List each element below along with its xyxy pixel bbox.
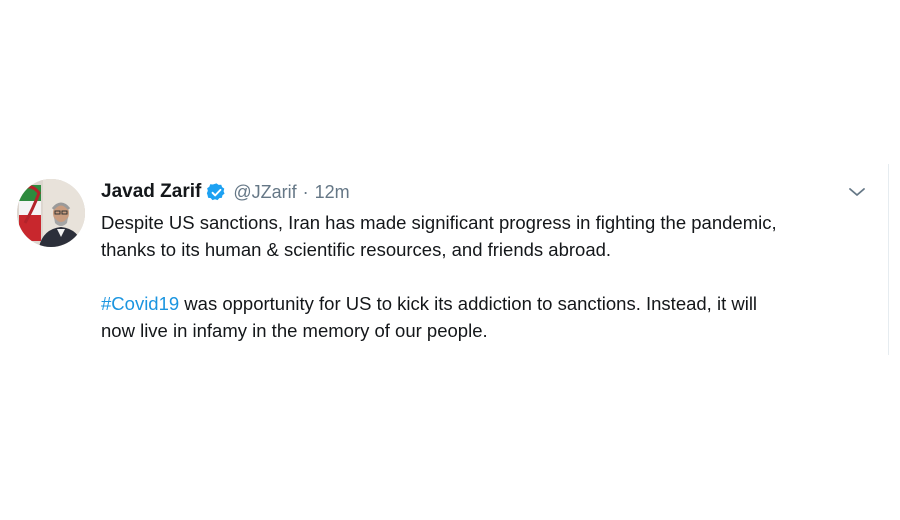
tweet-paragraph-2: #Covid19 was opportunity for US to kick … — [101, 290, 876, 344]
separator-dot: · — [302, 181, 309, 202]
avatar[interactable] — [17, 179, 85, 247]
author-handle[interactable]: @JZarif — [233, 182, 296, 203]
tweet-text-line: was opportunity for US to kick its addic… — [179, 293, 758, 314]
tweet-card[interactable]: Javad Zarif @JZarif · 12m Despite US san… — [0, 164, 889, 355]
tweet-text: Despite US sanctions, Iran has made sign… — [101, 209, 876, 344]
tweet-paragraph-1: Despite US sanctions, Iran has made sign… — [101, 209, 876, 263]
tweet-text-line: Despite US sanctions, Iran has made sign… — [101, 212, 777, 233]
verified-badge-icon — [206, 182, 227, 203]
author-name[interactable]: Javad Zarif — [101, 181, 201, 203]
chevron-down-icon[interactable] — [846, 181, 868, 203]
hashtag-link[interactable]: #Covid19 — [101, 293, 179, 314]
tweet-header: Javad Zarif @JZarif · 12m — [101, 179, 350, 205]
tweet-text-line: now live in infamy in the memory of our … — [101, 320, 488, 341]
avatar-image — [17, 179, 85, 247]
tweet-timestamp[interactable]: 12m — [315, 182, 350, 203]
tweet-text-line: thanks to its human & scientific resourc… — [101, 239, 612, 260]
